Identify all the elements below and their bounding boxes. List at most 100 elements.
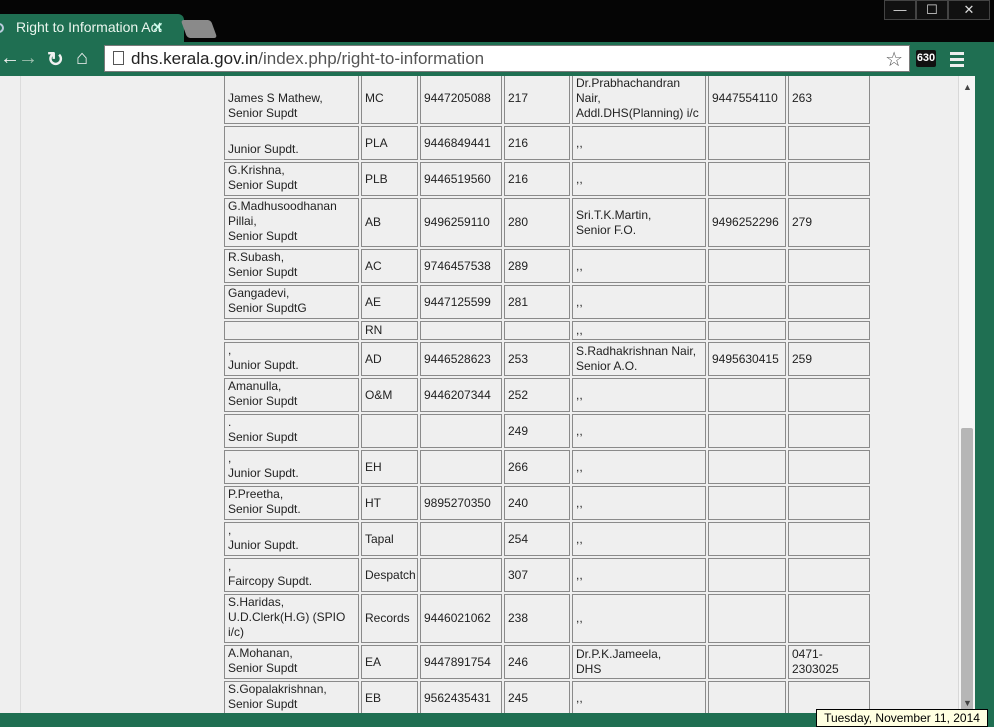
cell-text: , Junior Supdt.: [228, 451, 299, 480]
cell-text: ,,: [576, 531, 583, 546]
cell-text: 240: [508, 495, 529, 510]
cell-officer: ,,: [572, 594, 706, 643]
cell-text: 216: [508, 135, 529, 150]
cell-text: A.Mohanan, Senior Supdt: [228, 646, 298, 675]
cell-text: ,,: [576, 135, 583, 150]
cell-section: O&M: [361, 378, 418, 412]
star-icon[interactable]: ☆: [885, 47, 903, 72]
cell-text: , Junior Supdt.: [228, 523, 299, 552]
reload-icon[interactable]: ↻: [47, 47, 64, 72]
cell-ext: 245: [504, 681, 570, 713]
cell-text: 259: [792, 351, 813, 366]
cell-text: 246: [508, 654, 529, 669]
cell-text: Despatch: [365, 567, 416, 582]
cell-officer-ext: [788, 558, 870, 592]
scroll-up-icon[interactable]: ▲: [963, 82, 972, 92]
cell-text: 281: [508, 294, 529, 309]
url-path: /index.php/right-to-information: [258, 49, 485, 68]
url-domain: dhs.kerala.gov.in: [131, 49, 259, 68]
cell-text: EB: [365, 690, 382, 705]
cell-text: Sri.T.K.Martin, Senior F.O.: [576, 207, 652, 237]
cell-text: AB: [365, 215, 382, 229]
cell-text: AC: [365, 258, 382, 273]
cell-text: 9446528623: [424, 351, 491, 366]
cell-officer-ext: 279: [788, 198, 870, 247]
maximize-button[interactable]: ☐: [916, 0, 948, 20]
browser-tab[interactable]: Right to Information Act ✕: [0, 14, 184, 42]
home-icon[interactable]: ⌂: [76, 47, 88, 70]
cell-officer-phone: 9496252296: [708, 198, 786, 247]
cell-text: ,,: [576, 690, 583, 705]
cell-officer: ,,: [572, 486, 706, 520]
tab-close-icon[interactable]: ✕: [152, 19, 164, 36]
cell-officer-phone: [708, 450, 786, 484]
minimize-button[interactable]: —: [884, 0, 916, 20]
menu-icon[interactable]: [950, 52, 964, 70]
cell-text: 263: [792, 90, 813, 105]
cell-officer-ext: 259: [788, 342, 870, 376]
cell-ext: 266: [504, 450, 570, 484]
forward-icon[interactable]: →: [18, 47, 38, 70]
cell-name: , Faircopy Supdt.: [224, 558, 359, 592]
cell-text: 9746457538: [424, 258, 491, 273]
cell-text: ,,: [576, 258, 583, 273]
cell-text: 9496252296: [712, 215, 779, 229]
new-tab-button[interactable]: [180, 20, 218, 38]
cell-section: Tapal: [361, 522, 418, 556]
cell-text: PLA: [365, 135, 388, 150]
cell-officer-ext: [788, 414, 870, 448]
cell-officer-phone: [708, 126, 786, 160]
cell-officer-phone: [708, 594, 786, 643]
cell-section: AD: [361, 342, 418, 376]
cell-officer-ext: 0471-2303025: [788, 645, 870, 679]
cell-text: ,,: [576, 323, 583, 337]
cell-officer-phone: [708, 162, 786, 196]
cell-text: 9447125599: [424, 294, 491, 309]
cell-officer: ,,: [572, 378, 706, 412]
vertical-scrollbar[interactable]: ▲ ▼: [958, 76, 975, 716]
back-icon[interactable]: ←: [0, 47, 20, 70]
close-button[interactable]: ✕: [948, 0, 990, 20]
cell-officer-ext: [788, 378, 870, 412]
cell-ext: 252: [504, 378, 570, 412]
cell-name: G.Krishna, Senior Supdt: [224, 162, 359, 196]
cell-text: ,,: [576, 611, 583, 625]
cell-section: RN: [361, 321, 418, 340]
cell-section: Despatch: [361, 558, 418, 592]
cell-text: 9447891754: [424, 654, 491, 669]
cell-officer-ext: [788, 594, 870, 643]
cell-text: S.Haridas, U.D.Clerk(H.G) (SPIO i/c): [228, 595, 346, 639]
cell-officer-ext: [788, 321, 870, 340]
cell-text: 216: [508, 171, 529, 186]
scroll-down-icon[interactable]: ▼: [963, 698, 972, 708]
cell-ext: 216: [504, 162, 570, 196]
cell-text: EA: [365, 654, 382, 669]
cell-phone: 9447125599: [420, 285, 502, 319]
scroll-thumb[interactable]: [961, 428, 973, 716]
cell-text: S.Gopalakrishnan, Senior Supdt: [228, 682, 327, 711]
cell-text: Gangadevi, Senior SupdtG: [228, 286, 307, 315]
cell-section: AC: [361, 249, 418, 283]
url-text[interactable]: dhs.kerala.gov.in/index.php/right-to-inf…: [131, 49, 484, 69]
cell-section: MC: [361, 76, 418, 124]
cell-officer-ext: [788, 126, 870, 160]
cell-officer-phone: [708, 681, 786, 713]
cell-section: EA: [361, 645, 418, 679]
cell-officer: S.Radhakrishnan Nair, Senior A.O.: [572, 342, 706, 376]
cell-phone: [420, 450, 502, 484]
extension-icon[interactable]: 630: [916, 50, 936, 67]
cell-name: Gangadevi, Senior SupdtG: [224, 285, 359, 319]
cell-ext: 289: [504, 249, 570, 283]
cell-text: Amanulla, Senior Supdt: [228, 379, 298, 408]
cell-text: S.Radhakrishnan Nair, Senior A.O.: [576, 344, 697, 373]
address-bar[interactable]: dhs.kerala.gov.in/index.php/right-to-inf…: [104, 45, 910, 72]
cell-ext: 238: [504, 594, 570, 643]
cell-text: ,,: [576, 459, 583, 474]
cell-officer-ext: [788, 285, 870, 319]
cell-text: RN: [365, 323, 383, 337]
cell-text: 254: [508, 531, 529, 546]
cell-officer-phone: 9447554110: [708, 76, 786, 124]
cell-officer: ,,: [572, 414, 706, 448]
cell-officer-ext: [788, 522, 870, 556]
cell-phone: 9446528623: [420, 342, 502, 376]
